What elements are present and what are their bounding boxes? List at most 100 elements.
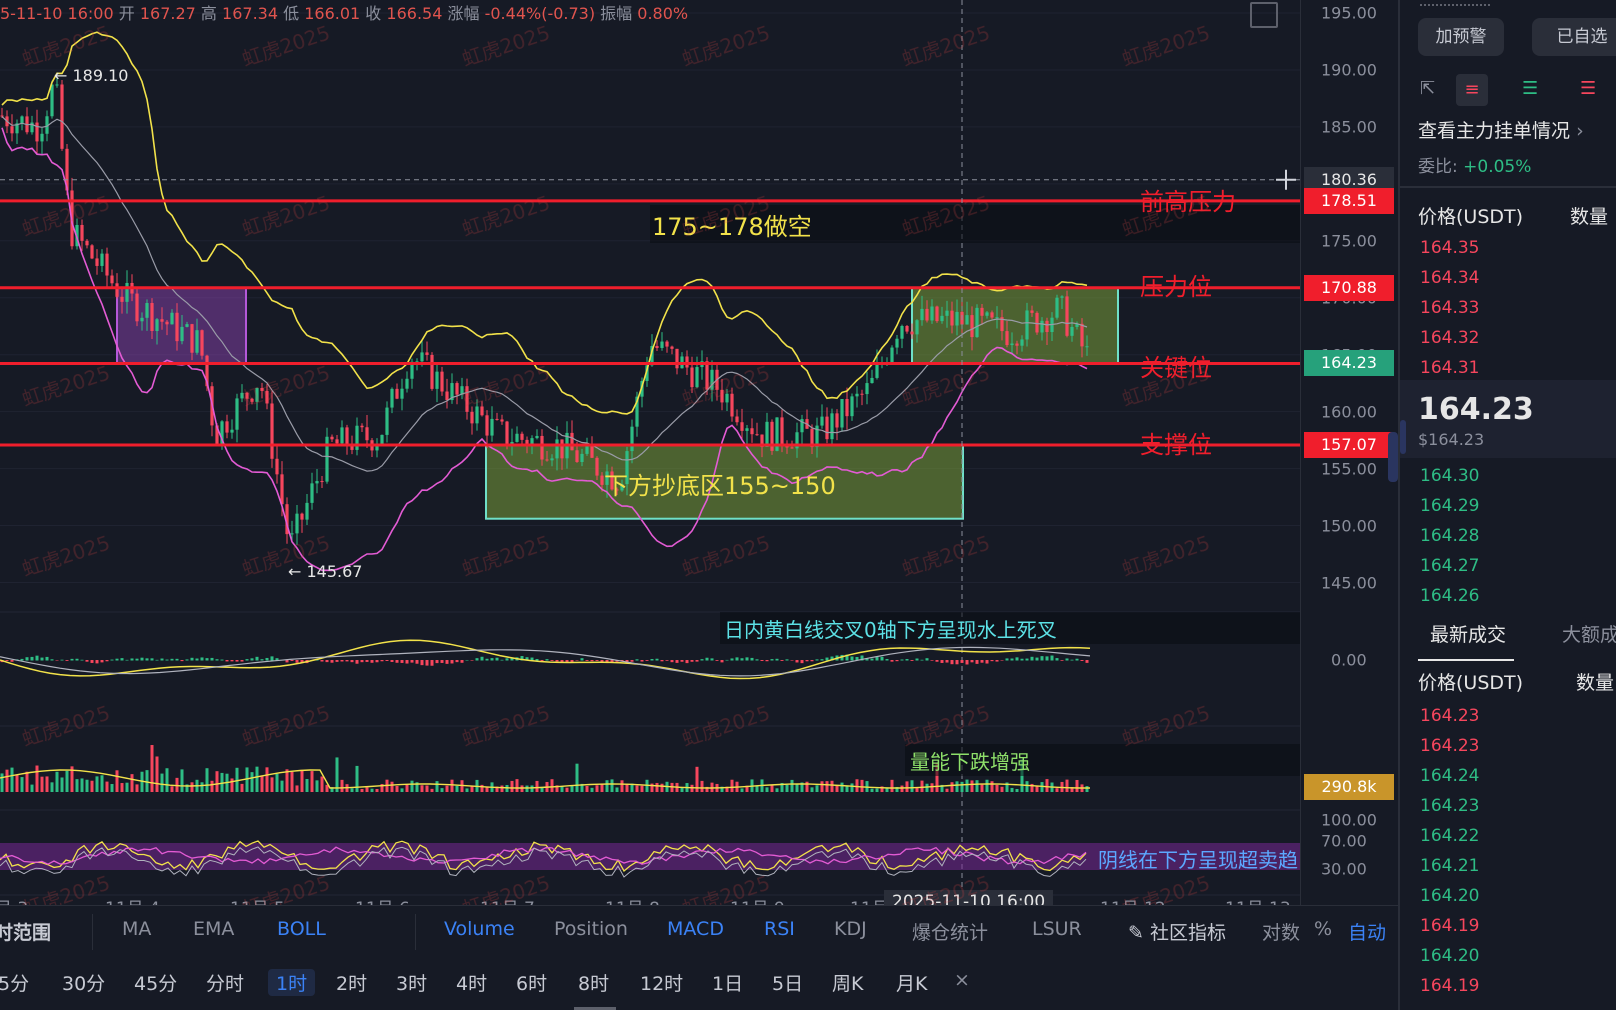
timeframe-2[interactable]: 45分 — [134, 969, 177, 996]
macd-bar — [410, 660, 414, 663]
timeframe-1[interactable]: 30分 — [62, 969, 105, 996]
chart-area[interactable]: 5-11-10 16:00 开 167.27 高 167.34 低 166.01… — [0, 0, 1300, 905]
macd-bar — [505, 658, 509, 661]
volume-bar — [470, 786, 474, 792]
indicator-rsi[interactable]: RSI — [764, 918, 795, 940]
bid-price[interactable]: 164.26 — [1420, 586, 1479, 606]
candle — [660, 332, 664, 351]
candle — [935, 305, 939, 323]
indicator-position[interactable]: Position — [554, 918, 628, 940]
volume-bar — [805, 781, 809, 792]
community-indicators-button[interactable]: ✎ 社区指标 — [1128, 918, 1226, 945]
timeframe-0[interactable]: 5分 — [0, 969, 29, 996]
tab-latest-trades[interactable]: 最新成交 — [1430, 620, 1506, 647]
candle-body — [340, 427, 344, 444]
tab-large-trades[interactable]: 大额成 — [1562, 620, 1616, 647]
price-axis[interactable]: 195.00190.00185.00180.00175.00170.00165.… — [1300, 0, 1399, 905]
main-orders-link[interactable]: 查看主力挂单情况 › — [1418, 116, 1584, 143]
timeframe-13[interactable]: 周K — [832, 969, 863, 996]
bid-price[interactable]: 164.27 — [1420, 556, 1479, 576]
candle-body — [980, 307, 984, 316]
timeframe-12[interactable]: 5日 — [772, 969, 803, 996]
candle — [405, 371, 409, 393]
ask-price[interactable]: 164.32 — [1420, 328, 1479, 348]
indicator-kdj[interactable]: KDJ — [834, 918, 867, 940]
bid-price[interactable]: 164.30 — [1420, 466, 1479, 486]
timeframe-10[interactable]: 12时 — [640, 969, 683, 996]
candle — [800, 414, 804, 445]
timeframe-9[interactable]: 8时 — [578, 969, 609, 996]
candle — [470, 406, 474, 435]
volume-bar — [525, 785, 529, 792]
timeframe-4[interactable]: 1时 — [268, 969, 316, 996]
macd-bar — [545, 659, 549, 661]
expand-handle[interactable] — [1400, 420, 1406, 454]
indicator-boll[interactable]: BOLL — [277, 918, 326, 940]
macd-bar — [430, 660, 434, 666]
macd-bar — [485, 658, 489, 661]
volume-bar — [830, 780, 834, 792]
candle-body — [390, 388, 394, 408]
crosshair-plus-icon — [1276, 169, 1296, 190]
ask-price[interactable]: 164.35 — [1420, 238, 1479, 258]
range-label[interactable]: 时范围 — [0, 918, 51, 945]
close-icon[interactable]: × — [954, 969, 970, 991]
macd-bar — [330, 660, 334, 663]
volume-bar — [1065, 779, 1069, 792]
favorited-button[interactable]: 已自选 — [1532, 18, 1616, 56]
macd-bar — [20, 658, 24, 661]
auto-scale-toggle[interactable]: 自动 — [1348, 918, 1386, 945]
candle-body — [250, 398, 254, 402]
indicator-ma[interactable]: MA — [122, 918, 151, 940]
timeframe-11[interactable]: 1日 — [712, 969, 743, 996]
candle — [590, 436, 594, 459]
indicator-lsur[interactable]: LSUR — [1032, 918, 1082, 940]
indicator-macd[interactable]: MACD — [667, 918, 724, 940]
candle — [370, 437, 374, 458]
macd-bar — [1020, 658, 1024, 661]
timeframe-5[interactable]: 2时 — [336, 969, 367, 996]
layout-icon-3[interactable]: ☰ — [1522, 78, 1538, 99]
volume-bar — [930, 783, 934, 792]
timeframe-14[interactable]: 月K — [896, 969, 927, 996]
log-scale-toggle[interactable]: 对数 — [1262, 918, 1300, 945]
ask-price[interactable]: 164.31 — [1420, 358, 1479, 378]
panel-collapse-handle[interactable] — [1388, 432, 1398, 482]
timeframe-8[interactable]: 6时 — [516, 969, 547, 996]
indicator-liquidation-stats[interactable]: 爆仓统计 — [912, 918, 988, 945]
layout-icon-1[interactable]: ⇱ — [1420, 78, 1435, 99]
timeframe-3[interactable]: 分时 — [206, 969, 244, 996]
macd-bar — [780, 660, 784, 661]
volume-bar — [445, 785, 449, 792]
macd-bar — [1045, 656, 1049, 661]
volume-bar — [790, 779, 794, 792]
timeframe-7[interactable]: 4时 — [456, 969, 487, 996]
macd-bar — [975, 660, 979, 664]
indicator-volume[interactable]: Volume — [444, 918, 515, 940]
volume-bar — [130, 774, 134, 792]
macd-bar — [550, 660, 554, 661]
community-label: 社区指标 — [1149, 922, 1226, 944]
add-alert-button[interactable]: 加预警 — [1418, 18, 1504, 56]
macd-bar — [260, 659, 264, 661]
volume-bar — [655, 782, 659, 792]
bid-price[interactable]: 164.29 — [1420, 496, 1479, 516]
candle — [345, 424, 349, 455]
layout-icon-2[interactable]: ≡ — [1456, 74, 1488, 106]
timeframe-6[interactable]: 3时 — [396, 969, 427, 996]
volume-bar — [450, 779, 454, 792]
volume-bar — [835, 785, 839, 792]
macd-bar — [55, 660, 59, 661]
ask-price[interactable]: 164.34 — [1420, 268, 1479, 288]
fullscreen-icon[interactable] — [1250, 2, 1278, 28]
bid-price[interactable]: 164.28 — [1420, 526, 1479, 546]
candle — [310, 472, 314, 510]
candle-body — [245, 392, 249, 399]
layout-icon-4[interactable]: ☰ — [1580, 78, 1596, 99]
macd-bar — [1025, 658, 1029, 661]
ask-price[interactable]: 164.33 — [1420, 298, 1479, 318]
percent-toggle[interactable]: % — [1314, 918, 1332, 940]
indicator-ema[interactable]: EMA — [193, 918, 234, 940]
macd-bar — [350, 660, 354, 663]
trade-price: 164.19 — [1420, 976, 1480, 996]
